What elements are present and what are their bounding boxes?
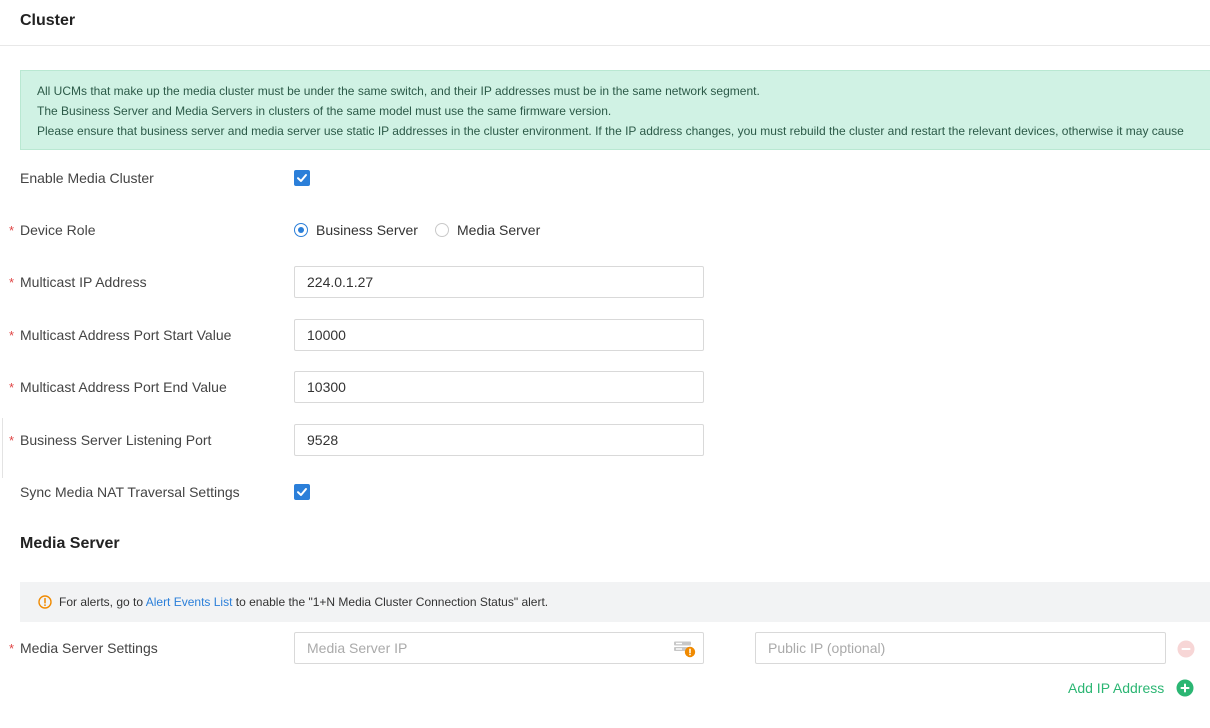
radio-media-server-dot[interactable] [435,223,449,237]
multicast-ip-input[interactable] [294,266,704,298]
enable-media-cluster-row: Enable Media Cluster [0,162,1210,194]
media-server-settings-label: Media Server Settings [20,640,158,656]
notice-line: The Business Server and Media Servers in… [37,104,612,118]
sync-nat-row: Sync Media NAT Traversal Settings [0,476,1210,508]
required-mark: * [9,328,15,343]
cluster-notice: All UCMs that make up the media cluster … [20,70,1210,150]
minus-circle-icon[interactable] [1177,640,1195,658]
radio-business-server-label[interactable]: Business Server [316,222,418,238]
alert-events-list-link[interactable]: Alert Events List [146,595,233,609]
plus-circle-icon[interactable] [1176,679,1194,697]
media-server-settings-row: * Media Server Settings [0,632,1210,664]
checkmark-icon [297,174,307,182]
port-start-input[interactable] [294,319,704,351]
alert-events-banner: For alerts, go to Alert Events List to e… [20,582,1210,622]
alert-message: For alerts, go to Alert Events List to e… [59,595,548,609]
info-circle-icon [38,595,52,609]
notice-line: Please ensure that business server and m… [37,124,1184,138]
sync-nat-label: Sync Media NAT Traversal Settings [20,484,240,500]
sync-nat-checkbox[interactable] [294,484,310,500]
ip-warning-icon[interactable] [673,640,697,658]
multicast-ip-row: * Multicast IP Address [0,266,1210,298]
page-header: Cluster [0,0,1210,46]
required-mark: * [9,433,15,448]
device-role-row: * Device Role Business Server Media Serv… [0,214,1210,246]
port-start-row: * Multicast Address Port Start Value [0,319,1210,351]
radio-business-server-dot[interactable] [294,223,308,237]
listening-port-input[interactable] [294,424,704,456]
side-panel-edge [0,418,3,478]
public-ip-input[interactable] [755,632,1166,664]
enable-media-cluster-label: Enable Media Cluster [20,170,154,186]
alert-suffix: to enable the "1+N Media Cluster Connect… [232,595,549,609]
media-server-ip-input[interactable] [294,632,704,664]
add-ip-address-label[interactable]: Add IP Address [1068,680,1164,696]
notice-line: All UCMs that make up the media cluster … [37,84,760,98]
alert-prefix: For alerts, go to [59,595,146,609]
port-end-label: Multicast Address Port End Value [20,379,227,395]
listening-port-row: * Business Server Listening Port [0,424,1210,456]
port-end-row: * Multicast Address Port End Value [0,371,1210,403]
required-mark: * [9,275,15,290]
required-mark: * [9,641,15,656]
required-mark: * [9,380,15,395]
media-server-section-title: Media Server [20,535,120,552]
enable-media-cluster-checkbox[interactable] [294,170,310,186]
radio-media-server-label[interactable]: Media Server [457,222,540,238]
port-end-input[interactable] [294,371,704,403]
port-start-label: Multicast Address Port Start Value [20,327,232,343]
multicast-ip-label: Multicast IP Address [20,274,147,290]
device-role-label: Device Role [20,222,96,238]
page-title: Cluster [20,12,76,29]
checkmark-icon [297,488,307,496]
required-mark: * [9,223,15,238]
listening-port-label: Business Server Listening Port [20,432,212,448]
